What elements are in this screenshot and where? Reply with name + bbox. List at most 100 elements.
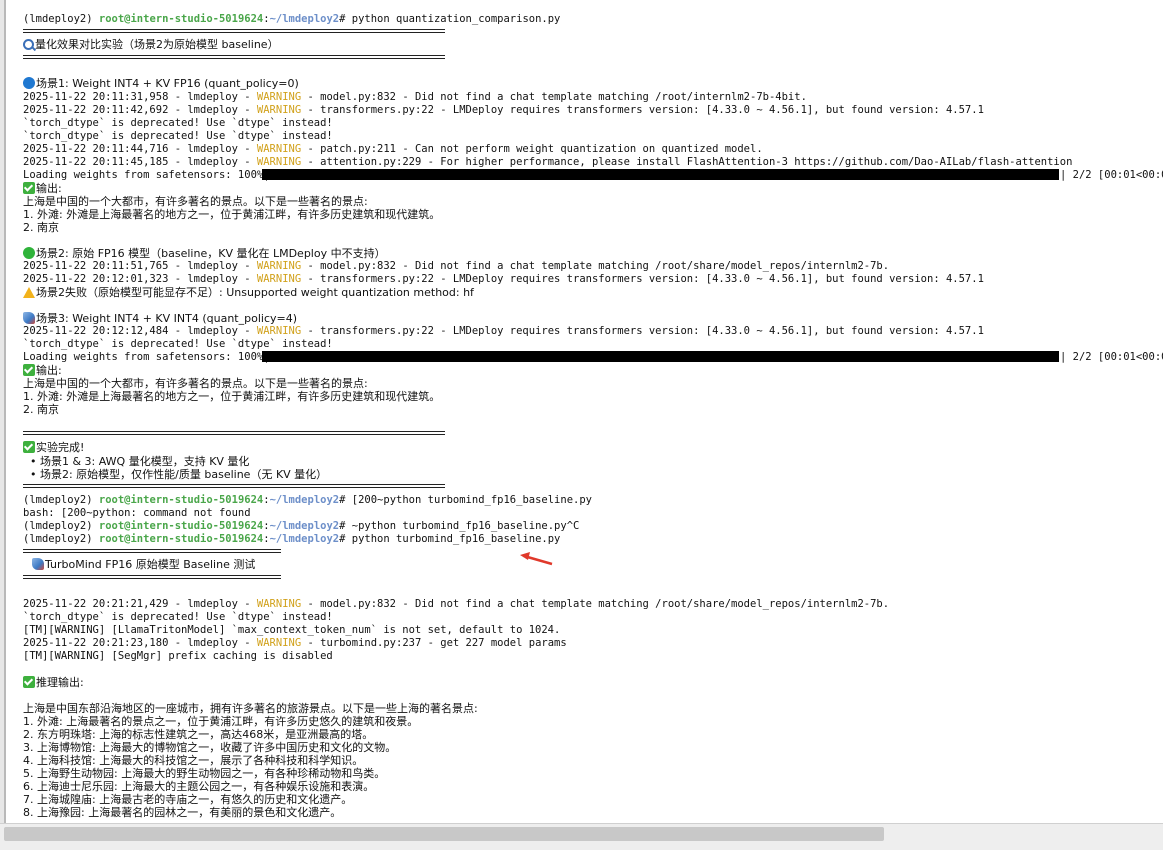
- log-message: - transformers.py:22 - LMDeploy requires…: [301, 325, 984, 337]
- output-line: 2. 南京: [23, 403, 59, 416]
- log-prefix: 2025-11-22 20:12:01,323 - lmdeploy -: [23, 273, 257, 285]
- title-text: TurboMind FP16 原始模型 Baseline 测试: [45, 558, 256, 571]
- warning-tag: WARNING: [256, 104, 302, 116]
- rocket-icon: [32, 558, 44, 570]
- output-label: 输出:: [23, 182, 62, 195]
- heading-text: 场景3: Weight INT4 + KV INT4 (quant_policy…: [36, 312, 298, 325]
- warning-tag: WARNING: [256, 156, 302, 168]
- log-line: 2025-11-22 20:21:23,180 - lmdeploy - WAR…: [23, 637, 567, 650]
- prompt-user: root@intern-studio-5019624: [98, 520, 264, 532]
- heading-text: 场景1: Weight INT4 + KV FP16 (quant_policy…: [36, 77, 299, 90]
- progress-status: | 2/2 [00:01<00:00,: [1060, 169, 1163, 181]
- summary-item: • 场景1 & 3: AWQ 量化模型，支持 KV 量化: [23, 455, 250, 468]
- command-text: # python quantization_comparison.py: [339, 13, 561, 25]
- env-name: (lmdeploy2): [23, 13, 93, 25]
- output-line: 7. 上海城隍庙: 上海最古老的寺庙之一，有悠久的历史和文化遗产。: [23, 793, 353, 806]
- heading-text: 场景2: 原始 FP16 模型（baseline，KV 量化在 LMDeploy…: [36, 247, 386, 260]
- prompt-path: ~/lmdeploy2: [269, 533, 340, 545]
- blue-circle-icon: [23, 77, 35, 89]
- output-line: 上海是中国的一个大都市，有许多著名的景点。以下是一些著名的景点:: [23, 377, 368, 390]
- label-text: 输出:: [36, 182, 62, 195]
- separator: [23, 575, 281, 579]
- failure-text: 场景2失败（原始模型可能显存不足）: Unsupported weight qu…: [36, 286, 474, 299]
- prompt-line-1: (lmdeploy2) root@intern-studio-5019624:~…: [23, 13, 561, 25]
- loading-text: Loading weights from safetensors: 100%|: [23, 169, 270, 181]
- done-heading: 实验完成!: [23, 441, 84, 454]
- log-message: - model.py:832 - Did not find a chat tem…: [301, 260, 890, 272]
- scenario-1-heading: 场景1: Weight INT4 + KV FP16 (quant_policy…: [23, 77, 299, 90]
- output-line: 8. 上海豫园: 上海最著名的园林之一，有美丽的景色和文化遗产。: [23, 806, 342, 819]
- output-line: 上海是中国东部沿海地区的一座城市，拥有许多著名的旅游景点。以下是一些上海的著名景…: [23, 702, 478, 715]
- section-title: 量化效果对比实验（场景2为原始模型 baseline）: [23, 38, 279, 51]
- log-prefix: 2025-11-22 20:21:21,429 - lmdeploy -: [23, 598, 257, 610]
- warning-tag: WARNING: [256, 91, 302, 103]
- prompt-path: ~/lmdeploy2: [269, 520, 340, 532]
- progress-bar: [262, 351, 1059, 362]
- output-line: 2. 南京: [23, 221, 59, 234]
- turbomind-title: TurboMind FP16 原始模型 Baseline 测试: [32, 558, 255, 571]
- log-prefix: 2025-11-22 20:11:45,185 - lmdeploy -: [23, 156, 257, 168]
- prompt-user: root@intern-studio-5019624: [98, 494, 264, 506]
- red-arrow-icon: [520, 552, 553, 566]
- warning-tag: WARNING: [256, 325, 302, 337]
- log-line: `torch_dtype` is deprecated! Use `dtype`…: [23, 117, 333, 129]
- warning-tag: WARNING: [256, 273, 302, 285]
- log-line: `torch_dtype` is deprecated! Use `dtype`…: [23, 130, 333, 142]
- output-line: 3. 上海博物馆: 上海最大的博物馆之一，收藏了许多中国历史和文化的文物。: [23, 741, 397, 754]
- output-line: 2. 东方明珠塔: 上海的标志性建筑之一，高达468米，是亚洲最高的塔。: [23, 728, 374, 741]
- check-icon: [23, 676, 35, 688]
- prompt-path: ~/lmdeploy2: [269, 494, 340, 506]
- log-prefix: 2025-11-22 20:11:51,765 - lmdeploy -: [23, 260, 257, 272]
- log-message: - transformers.py:22 - LMDeploy requires…: [301, 104, 984, 116]
- warning-tag: WARNING: [256, 260, 302, 272]
- scrollbar-thumb[interactable]: [4, 827, 884, 841]
- warning-tag: WARNING: [256, 598, 302, 610]
- prompt-user: root@intern-studio-5019624: [98, 13, 264, 25]
- prompt-path: ~/lmdeploy2: [269, 13, 340, 25]
- warning-tag: WARNING: [256, 637, 302, 649]
- summary-item: • 场景2: 原始模型，仅作性能/质量 baseline（无 KV 量化）: [23, 468, 328, 481]
- label-text: 输出:: [36, 364, 62, 377]
- bash-error: bash: [200~python: command not found: [23, 507, 251, 519]
- check-icon: [23, 441, 35, 453]
- scenario-2-heading: 场景2: 原始 FP16 模型（baseline，KV 量化在 LMDeploy…: [23, 247, 386, 260]
- prompt-line-3: (lmdeploy2) root@intern-studio-5019624:~…: [23, 520, 580, 532]
- log-line: 2025-11-22 20:12:01,323 - lmdeploy - WAR…: [23, 273, 984, 286]
- warning-icon: [23, 287, 35, 298]
- rocket-icon: [23, 312, 35, 324]
- log-prefix: 2025-11-22 20:11:31,958 - lmdeploy -: [23, 91, 257, 103]
- label-text: 推理输出:: [36, 676, 84, 689]
- check-icon: [23, 182, 35, 194]
- separator: [23, 431, 445, 435]
- log-message: - model.py:832 - Did not find a chat tem…: [301, 598, 890, 610]
- log-line: `torch_dtype` is deprecated! Use `dtype`…: [23, 338, 333, 350]
- log-line: 2025-11-22 20:11:42,692 - lmdeploy - WAR…: [23, 104, 984, 117]
- output-line: 4. 上海科技馆: 上海最大的科技馆之一，展示了各种科技和科学知识。: [23, 754, 364, 767]
- warning-tag: WARNING: [256, 143, 302, 155]
- output-line: 上海是中国的一个大都市，有许多著名的景点。以下是一些著名的景点:: [23, 195, 368, 208]
- done-text: 实验完成!: [36, 441, 85, 454]
- progress-bar: [262, 169, 1059, 180]
- output-line: 6. 上海迪士尼乐园: 上海最大的主题公园之一，有各种娱乐设施和表演。: [23, 780, 375, 793]
- log-message: - model.py:832 - Did not find a chat tem…: [301, 91, 807, 103]
- green-circle-icon: [23, 247, 35, 259]
- horizontal-scrollbar[interactable]: [0, 823, 1163, 850]
- log-prefix: 2025-11-22 20:21:23,180 - lmdeploy -: [23, 637, 257, 649]
- separator: [23, 549, 281, 553]
- scenario-2-failure: 场景2失败（原始模型可能显存不足）: Unsupported weight qu…: [23, 286, 474, 299]
- log-prefix: 2025-11-22 20:12:12,484 - lmdeploy -: [23, 325, 257, 337]
- log-message: - attention.py:229 - For higher performa…: [301, 156, 1073, 168]
- scenario-3-heading: 场景3: Weight INT4 + KV INT4 (quant_policy…: [23, 312, 297, 325]
- env-name: (lmdeploy2): [23, 520, 93, 532]
- log-message: - turbomind.py:237 - get 227 model param…: [301, 637, 567, 649]
- env-name: (lmdeploy2): [23, 533, 93, 545]
- command-text: # python turbomind_fp16_baseline.py: [339, 533, 561, 545]
- log-line: 2025-11-22 20:11:51,765 - lmdeploy - WAR…: [23, 260, 889, 273]
- separator: [23, 55, 445, 59]
- log-line: 2025-11-22 20:11:45,185 - lmdeploy - WAR…: [23, 156, 1072, 169]
- output-line: 1. 外滩: 上海最著名的景点之一，位于黄浦江畔，有许多历史悠久的建筑和夜景。: [23, 715, 419, 728]
- separator: [23, 484, 445, 488]
- inference-label: 推理输出:: [23, 676, 84, 689]
- terminal-window[interactable]: (lmdeploy2) root@intern-studio-5019624:~…: [4, 0, 1163, 823]
- prompt-line-4: (lmdeploy2) root@intern-studio-5019624:~…: [23, 533, 561, 545]
